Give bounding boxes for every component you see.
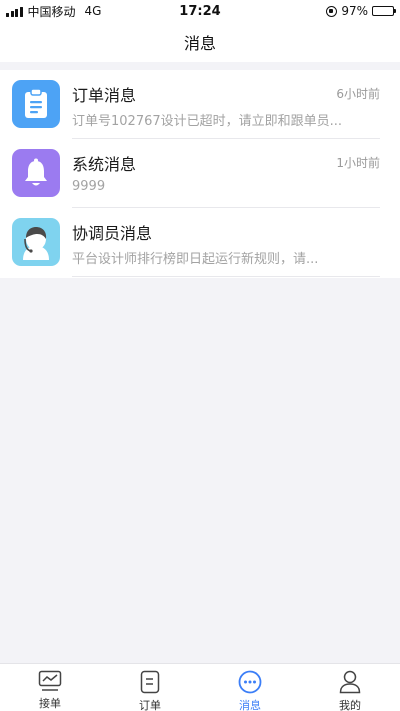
status-time: 17:24 bbox=[179, 3, 221, 19]
battery-percent: 97% bbox=[341, 4, 368, 18]
message-title: 协调员消息 bbox=[72, 224, 153, 243]
tab-orders-intake[interactable]: 接单 bbox=[0, 664, 100, 711]
message-list: 订单消息 6小时前 订单号102767设计已超时，请立即和跟单员... 系统消息… bbox=[0, 70, 400, 278]
message-preview: 9999 bbox=[72, 179, 106, 194]
message-body: 系统消息 1小时前 9999 bbox=[72, 139, 380, 208]
nav-bar: 消息 bbox=[0, 22, 400, 62]
message-body: 订单消息 6小时前 订单号102767设计已超时，请立即和跟单员... bbox=[72, 70, 380, 139]
status-right: 97% bbox=[254, 4, 396, 18]
orientation-lock-icon bbox=[326, 5, 338, 17]
status-left: 中国移动 4G bbox=[6, 3, 146, 20]
tab-label: 我的 bbox=[339, 699, 361, 711]
message-item-system[interactable]: 系统消息 1小时前 9999 bbox=[0, 139, 400, 208]
message-preview: 订单号102767设计已超时，请立即和跟单员... bbox=[72, 114, 343, 129]
signal-icon bbox=[6, 6, 23, 17]
user-icon bbox=[338, 670, 362, 694]
tab-label: 订单 bbox=[139, 699, 161, 711]
tab-messages[interactable]: 消息 bbox=[200, 664, 300, 711]
battery-icon bbox=[372, 6, 396, 16]
tab-orders[interactable]: 订单 bbox=[100, 664, 200, 711]
bell-icon bbox=[12, 149, 60, 197]
document-icon bbox=[138, 670, 162, 694]
page-title: 消息 bbox=[183, 34, 216, 53]
message-preview: 平台设计师排行榜即日起运行新规则，请... bbox=[72, 252, 319, 267]
message-item-order[interactable]: 订单消息 6小时前 订单号102767设计已超时，请立即和跟单员... bbox=[0, 70, 400, 139]
chat-bubble-icon bbox=[238, 670, 262, 694]
chart-board-icon bbox=[38, 670, 62, 692]
message-title: 系统消息 bbox=[72, 155, 137, 174]
screen: 中国移动 4G 17:24 97% 消息 订单消息 6小时前 订单号102767… bbox=[0, 0, 400, 711]
message-body: 协调员消息 平台设计师排行榜即日起运行新规则，请... bbox=[72, 208, 380, 277]
tab-label: 接单 bbox=[39, 697, 61, 710]
coordinator-avatar-icon bbox=[12, 218, 60, 266]
message-time: 1小时前 bbox=[336, 156, 380, 170]
carrier-label: 中国移动 bbox=[27, 4, 76, 19]
network-label: 4G bbox=[84, 4, 102, 18]
tab-label: 消息 bbox=[239, 699, 261, 711]
clipboard-icon bbox=[12, 80, 60, 128]
tab-profile[interactable]: 我的 bbox=[300, 664, 400, 711]
message-item-coordinator[interactable]: 协调员消息 平台设计师排行榜即日起运行新规则，请... bbox=[0, 208, 400, 277]
message-title: 订单消息 bbox=[72, 86, 137, 105]
message-time: 6小时前 bbox=[336, 87, 380, 101]
status-bar: 中国移动 4G 17:24 97% bbox=[0, 0, 400, 22]
tab-bar: 接单 订单 消息 我的 bbox=[0, 663, 400, 711]
